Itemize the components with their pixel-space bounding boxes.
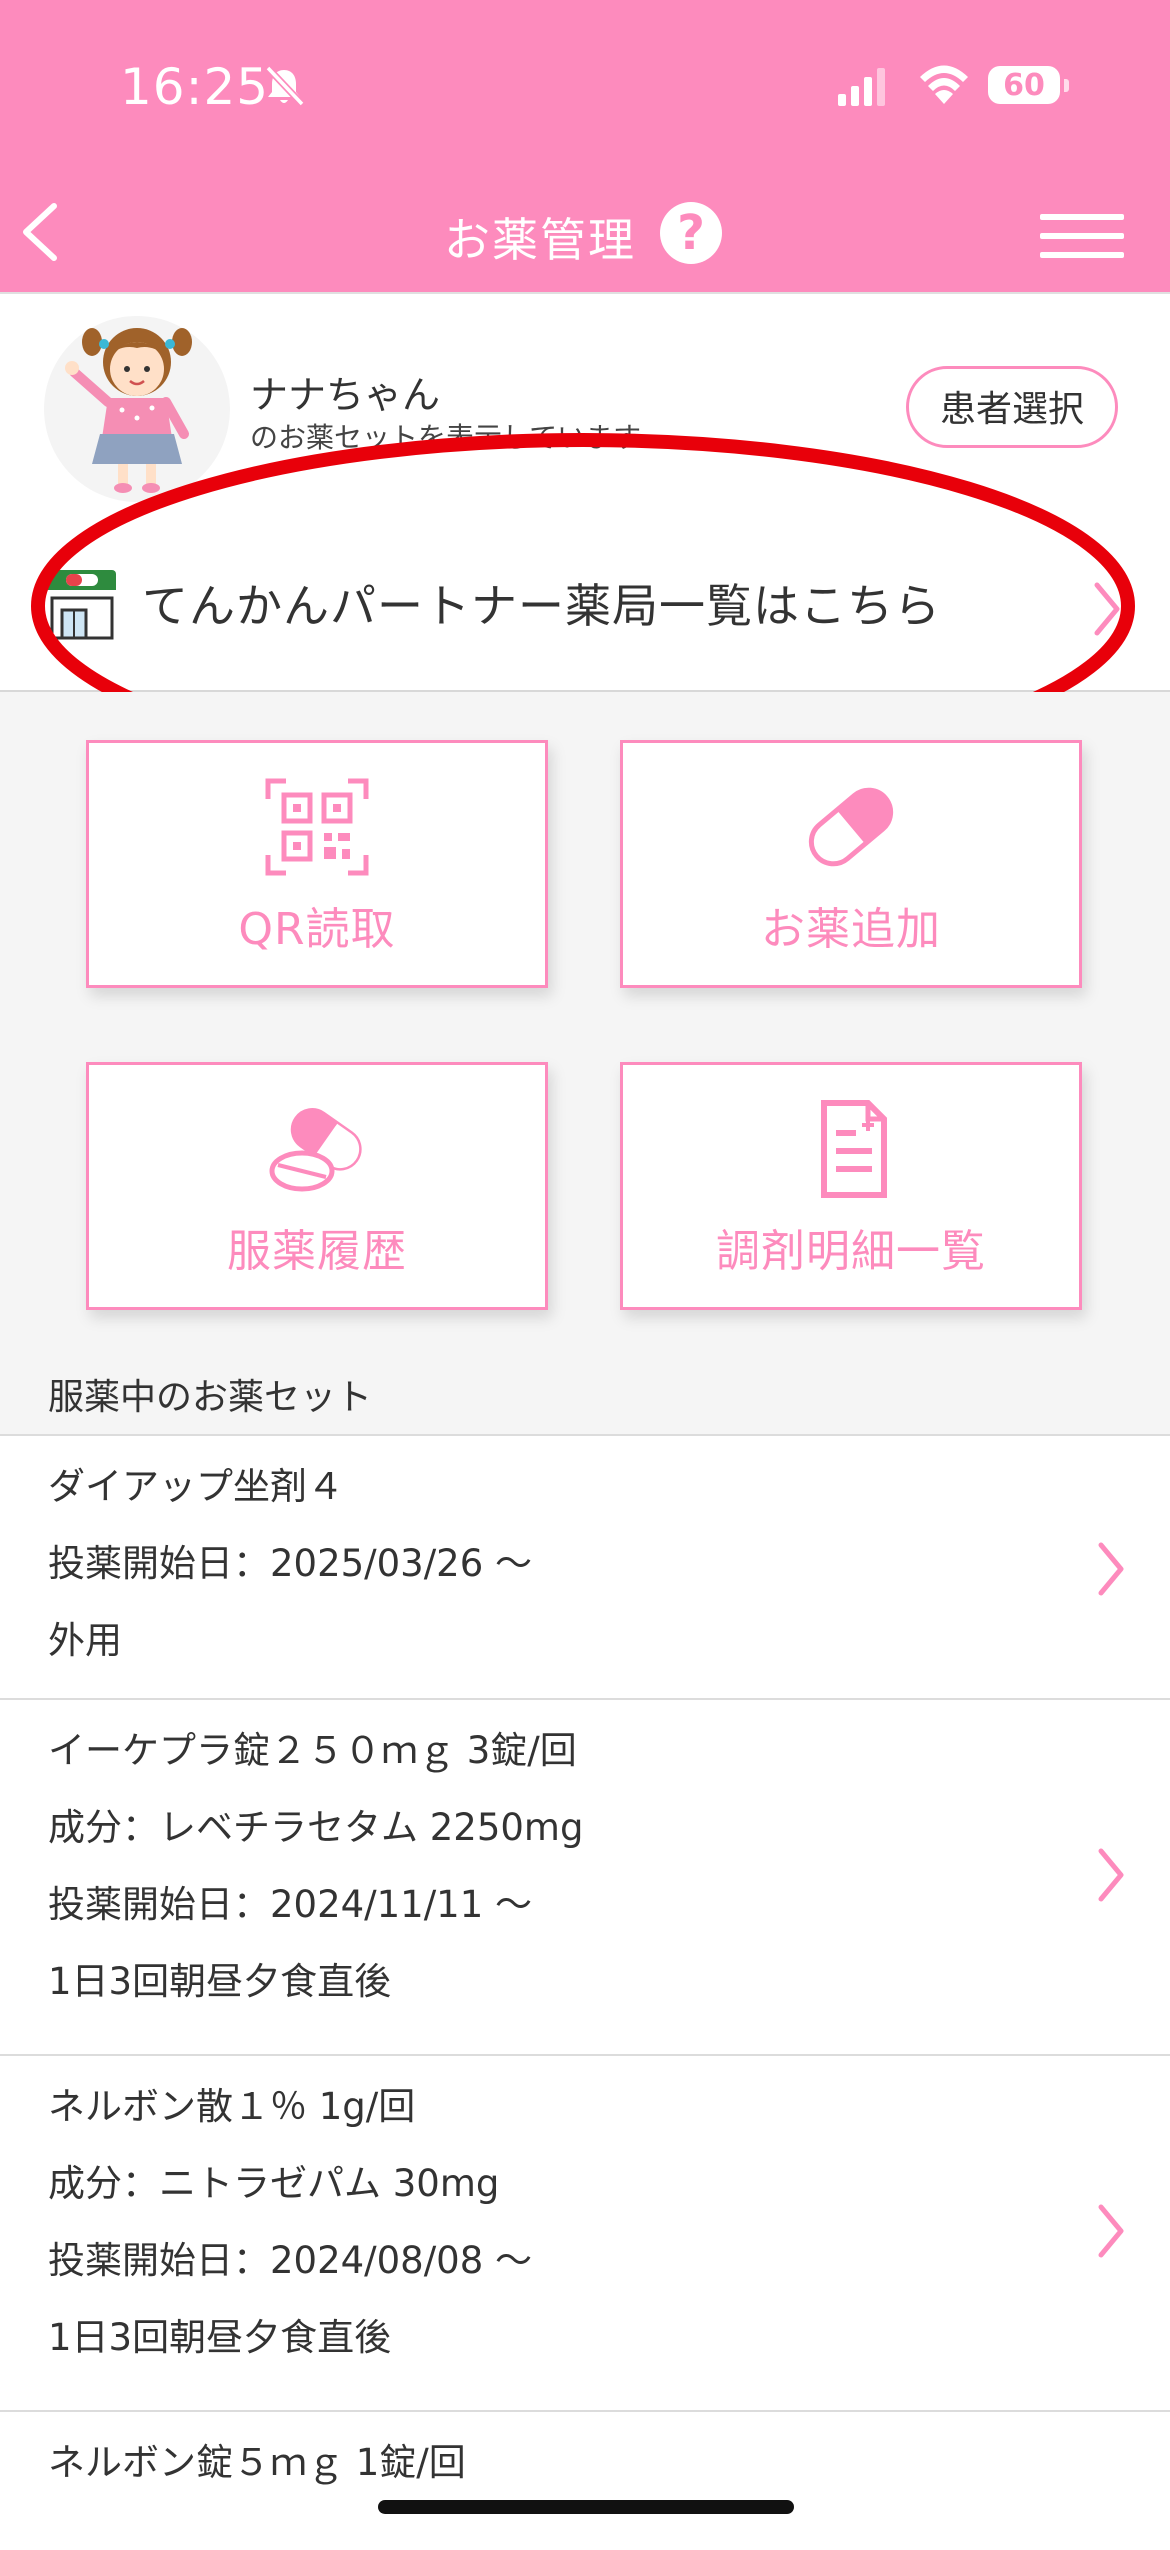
wifi-icon (920, 65, 968, 104)
page-title: お薬管理 (444, 213, 636, 267)
bell-off-icon (265, 65, 305, 107)
patient-select-button[interactable]: 患者選択 (906, 366, 1118, 448)
medication-item[interactable]: ネルボン錠５ｍｇ 1錠/回 (0, 2410, 1170, 2550)
chevron-right-icon (1098, 2204, 1124, 2258)
pharmacy-link-label: てんかんパートナー薬局一覧はこちら (142, 579, 941, 633)
medication-usage: 1日3回朝昼夕食直後 (48, 1960, 392, 2003)
chevron-right-icon (1094, 582, 1120, 636)
document-icon (821, 1100, 887, 1198)
medication-ingredient: 成分：レベチラセタム 2250mg (48, 1806, 584, 1849)
pharmacy-store-icon (48, 570, 116, 640)
signal-icon (838, 68, 885, 106)
home-indicator (378, 2500, 794, 2514)
medication-item[interactable]: イーケプラ錠２５０ｍｇ 3錠/回 成分：レベチラセタム 2250mg 投薬開始日… (0, 1698, 1170, 2054)
medication-start-date: 投薬開始日：2024/08/08 〜 (48, 2239, 533, 2282)
app-header: 16:25 60 お薬管理 ? (0, 0, 1170, 292)
back-chevron-icon[interactable] (18, 200, 62, 264)
qr-code-icon (265, 778, 369, 876)
medication-start-date: 投薬開始日：2025/03/26 〜 (48, 1542, 533, 1585)
qr-read-tile[interactable]: QR読取 (86, 740, 548, 988)
medication-usage: 1日3回朝昼夕食直後 (48, 2316, 392, 2359)
pills-icon (269, 1108, 362, 1192)
medication-name: ネルボン散１％ 1g/回 (48, 2085, 416, 2128)
battery-icon: 60 (988, 66, 1070, 106)
patient-name: ナナちゃん (250, 373, 441, 417)
menu-grid: QR読取 お薬追加 服薬履歴 調剤明細一覧 服薬中のお薬セット (0, 692, 1170, 1438)
chevron-right-icon (1098, 1542, 1124, 1596)
medication-ingredient: 成分：ニトラゼパム 30mg (48, 2162, 500, 2205)
hamburger-menu-icon[interactable] (1040, 214, 1124, 258)
medication-list: ダイアップ坐剤４ 投薬開始日：2025/03/26 〜 外用 イーケプラ錠２５０… (0, 1434, 1170, 2550)
capsule-icon (808, 787, 894, 867)
medication-name: イーケプラ錠２５０ｍｇ 3錠/回 (48, 1729, 577, 1772)
medication-usage: 外用 (48, 1619, 122, 1662)
medication-name: ダイアップ坐剤４ (48, 1465, 344, 1508)
medication-item[interactable]: ネルボン散１％ 1g/回 成分：ニトラゼパム 30mg 投薬開始日：2024/0… (0, 2054, 1170, 2410)
patient-subtitle: のお薬セットを表示しています (250, 421, 642, 454)
dispensing-details-tile[interactable]: 調剤明細一覧 (620, 1062, 1082, 1310)
add-medicine-tile[interactable]: お薬追加 (620, 740, 1082, 988)
medication-history-tile[interactable]: 服薬履歴 (86, 1062, 548, 1310)
patient-row: ナナちゃん のお薬セットを表示しています 患者選択 (0, 292, 1170, 524)
child-avatar (44, 316, 230, 502)
tile-label: QR読取 (238, 904, 396, 955)
medication-item[interactable]: ダイアップ坐剤４ 投薬開始日：2025/03/26 〜 外用 (0, 1434, 1170, 1698)
medication-start-date: 投薬開始日：2024/11/11 〜 (48, 1883, 533, 1926)
status-time: 16:25 (120, 58, 270, 116)
tile-label: 服薬履歴 (227, 1226, 407, 1277)
tile-label: お薬追加 (761, 904, 941, 955)
tile-label: 調剤明細一覧 (716, 1226, 986, 1277)
battery-level: 60 (1003, 68, 1045, 103)
chevron-right-icon (1098, 1848, 1124, 1902)
section-title: 服薬中のお薬セット (48, 1377, 373, 1418)
help-icon[interactable]: ? (660, 202, 722, 264)
medication-name: ネルボン錠５ｍｇ 1錠/回 (48, 2441, 466, 2484)
partner-pharmacy-link[interactable]: てんかんパートナー薬局一覧はこちら (0, 522, 1170, 692)
